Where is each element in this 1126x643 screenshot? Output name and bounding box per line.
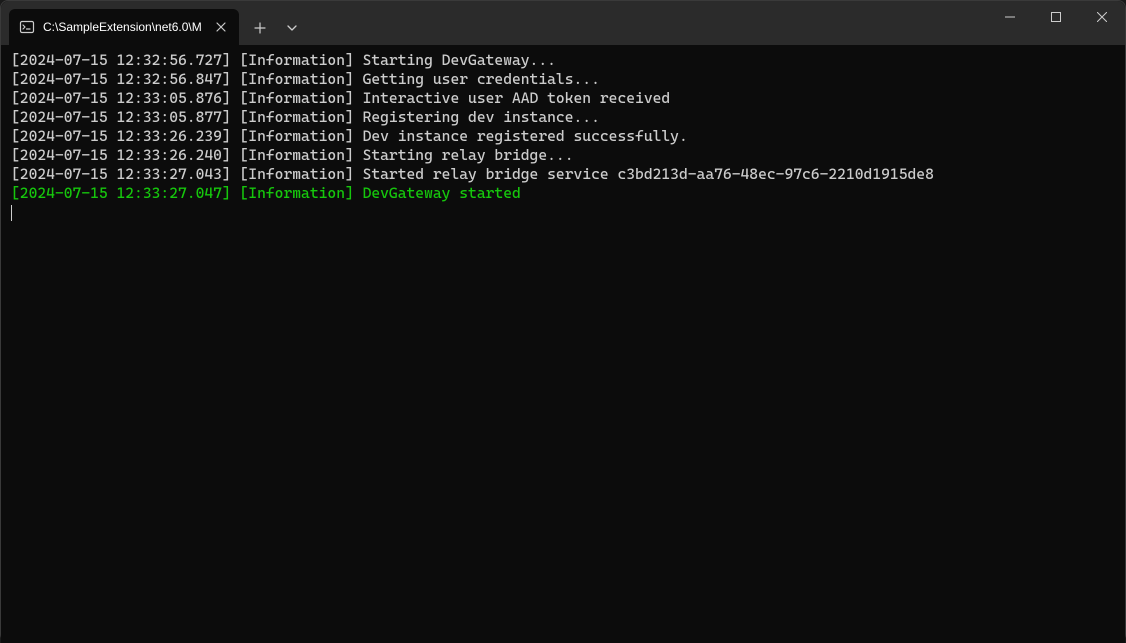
log-line: [2024-07-15 12:32:56.847] [Information] … bbox=[11, 70, 1115, 89]
new-tab-button[interactable] bbox=[243, 11, 277, 45]
log-lines-container: [2024-07-15 12:32:56.727] [Information] … bbox=[11, 51, 1115, 203]
window-close-button[interactable] bbox=[1079, 1, 1125, 33]
tab-dropdown-button[interactable] bbox=[277, 11, 307, 45]
tab-close-button[interactable] bbox=[213, 19, 229, 35]
log-line: [2024-07-15 12:32:56.727] [Information] … bbox=[11, 51, 1115, 70]
terminal-cursor bbox=[11, 205, 12, 221]
terminal-icon bbox=[19, 19, 35, 35]
log-line: [2024-07-15 12:33:05.876] [Information] … bbox=[11, 89, 1115, 108]
active-tab[interactable]: C:\SampleExtension\net6.0\M bbox=[9, 9, 239, 45]
titlebar-drag-area[interactable] bbox=[307, 1, 987, 45]
tab-title: C:\SampleExtension\net6.0\M bbox=[43, 20, 205, 34]
log-line: [2024-07-15 12:33:27.043] [Information] … bbox=[11, 165, 1115, 184]
tabs-area: C:\SampleExtension\net6.0\M bbox=[1, 1, 307, 45]
log-line: [2024-07-15 12:33:27.047] [Information] … bbox=[11, 184, 1115, 203]
titlebar: C:\SampleExtension\net6.0\M bbox=[1, 1, 1125, 45]
terminal-output[interactable]: [2024-07-15 12:32:56.727] [Information] … bbox=[1, 45, 1125, 643]
maximize-button[interactable] bbox=[1033, 1, 1079, 33]
log-line: [2024-07-15 12:33:26.240] [Information] … bbox=[11, 146, 1115, 165]
log-line: [2024-07-15 12:33:05.877] [Information] … bbox=[11, 108, 1115, 127]
log-line: [2024-07-15 12:33:26.239] [Information] … bbox=[11, 127, 1115, 146]
minimize-button[interactable] bbox=[987, 1, 1033, 33]
window-controls bbox=[987, 1, 1125, 45]
